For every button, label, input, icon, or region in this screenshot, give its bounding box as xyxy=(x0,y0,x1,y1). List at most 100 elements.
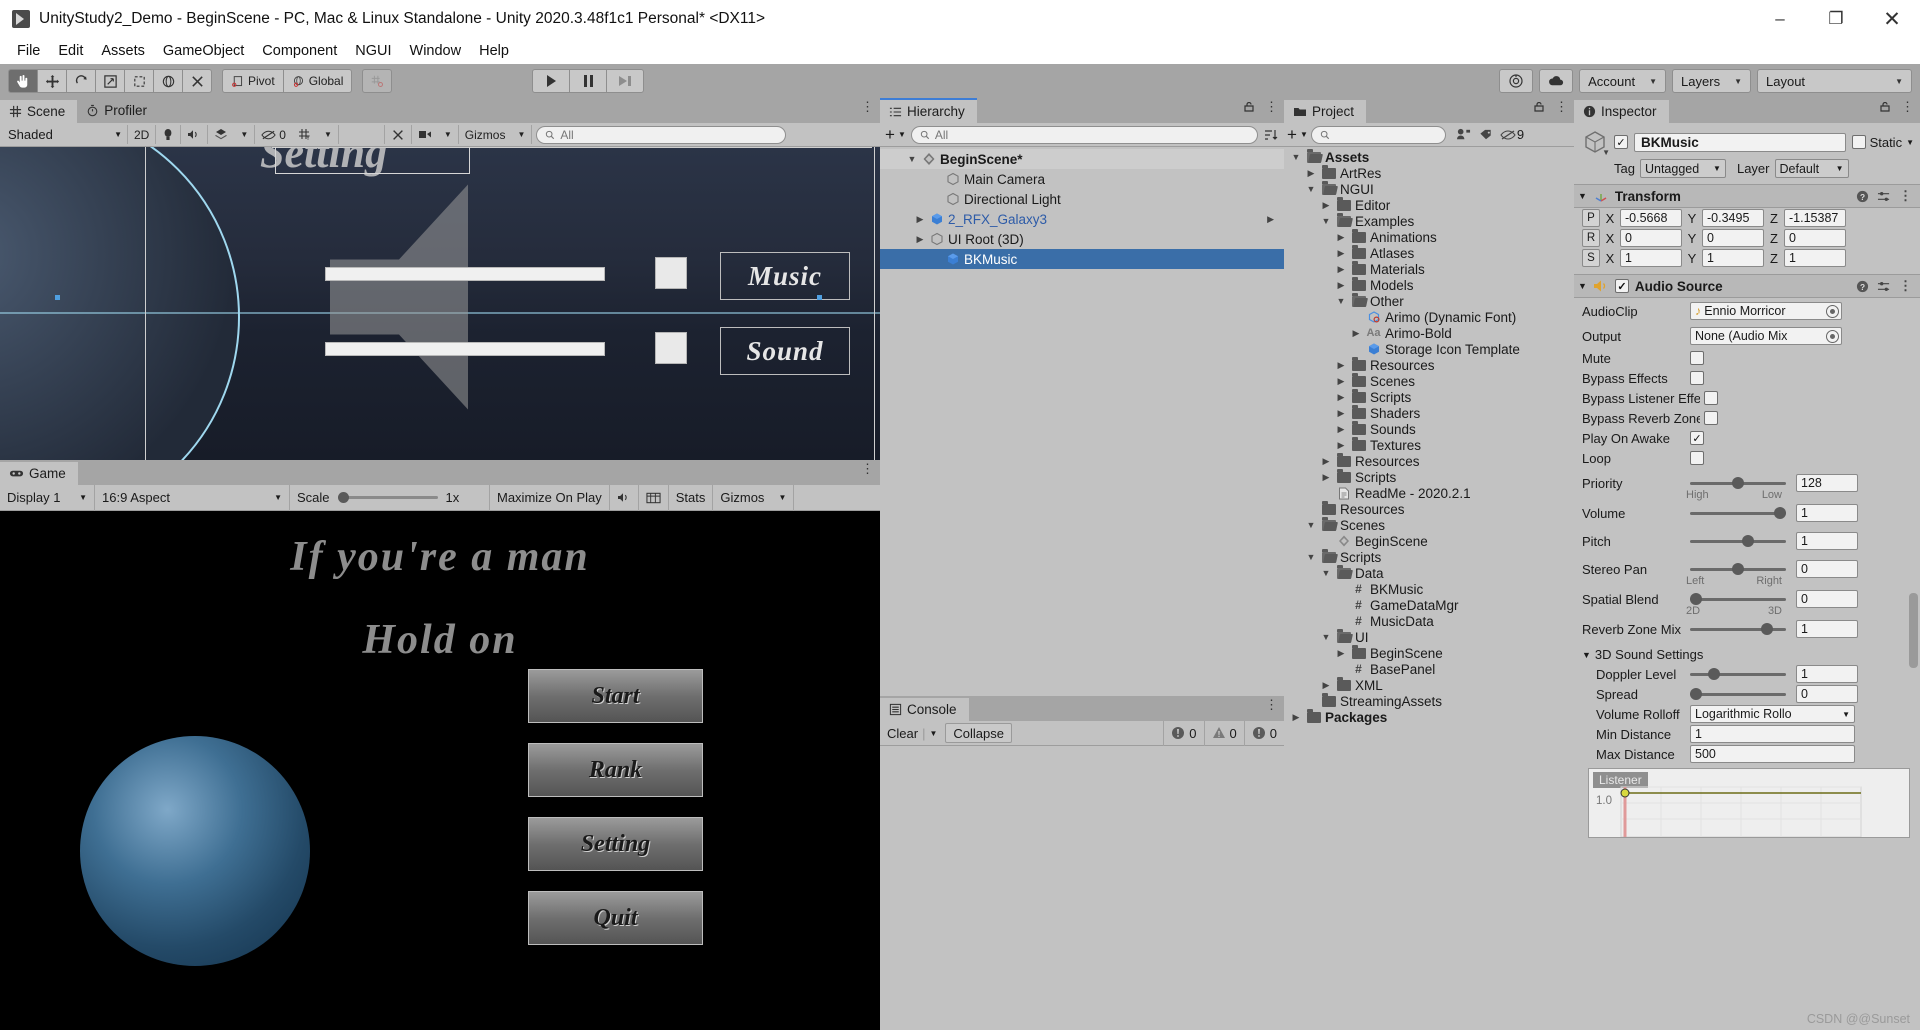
game-gizmos-dropdown-icon[interactable]: ▼ xyxy=(771,484,795,511)
hierarchy-add-button[interactable]: + ▼ xyxy=(885,125,906,145)
project-row[interactable]: ▶ Atlases xyxy=(1284,245,1574,261)
chevron-right-icon[interactable]: ▶ xyxy=(1320,456,1332,467)
project-menu-icon[interactable]: ⋮ xyxy=(1555,100,1568,113)
console-error-count-group[interactable]: 0 xyxy=(1163,720,1203,746)
scene-tools-icon[interactable] xyxy=(383,125,412,144)
output-object-field[interactable]: None (Audio Mix xyxy=(1690,327,1842,345)
display-dropdown[interactable]: Display 1 ▼ xyxy=(0,484,95,511)
prefab-open-icon[interactable]: ▶ xyxy=(1267,214,1274,225)
tab-inspector[interactable]: Inspector xyxy=(1574,98,1669,123)
stereo-pan-slider[interactable] xyxy=(1690,560,1786,578)
chevron-down-icon[interactable]: ▼ xyxy=(1320,568,1332,578)
rotation-y-input[interactable]: 0 xyxy=(1702,229,1764,247)
project-row[interactable]: Storage Icon Template xyxy=(1284,341,1574,357)
scale-key[interactable]: S xyxy=(1582,249,1600,267)
chevron-right-icon[interactable]: ▶ xyxy=(1350,328,1362,339)
console-warning-count-group[interactable]: 0 xyxy=(1203,720,1244,746)
chevron-right-icon[interactable]: ▶ xyxy=(1335,408,1347,419)
chevron-down-icon[interactable]: ▼ xyxy=(1578,281,1587,291)
audio-source-enabled-checkbox[interactable]: ✓ xyxy=(1614,279,1629,293)
scale-x-input[interactable]: 1 xyxy=(1620,249,1682,267)
object-picker-icon[interactable] xyxy=(1826,329,1839,343)
layer-dropdown[interactable]: Default ▼ xyxy=(1774,159,1849,178)
project-row[interactable]: ▶ Models xyxy=(1284,277,1574,293)
rotation-z-input[interactable]: 0 xyxy=(1784,229,1846,247)
project-row[interactable]: ▶ Resources xyxy=(1284,453,1574,469)
chevron-down-icon[interactable]: ▼ xyxy=(1335,296,1347,306)
hierarchy-row-beginscene[interactable]: ▼ BeginScene* xyxy=(880,149,1284,169)
stats-toggle[interactable]: Stats xyxy=(669,484,714,511)
chevron-right-icon[interactable]: ▶ xyxy=(1335,376,1347,387)
position-x-input[interactable]: -0.5668 xyxy=(1620,209,1682,227)
project-row[interactable]: ▼ Assets xyxy=(1284,149,1574,165)
grid-dropdown-icon[interactable]: ▼ xyxy=(317,125,339,144)
filter-by-type-icon[interactable] xyxy=(1455,127,1472,142)
maximize-on-play-toggle[interactable]: Maximize On Play xyxy=(490,484,610,511)
hierarchy-row-rfx-galaxy[interactable]: ▶ 2_RFX_Galaxy3 ▶ xyxy=(880,209,1284,229)
project-row[interactable]: # BKMusic xyxy=(1284,581,1574,597)
min-distance-input[interactable]: 1 xyxy=(1690,725,1855,743)
chevron-right-icon[interactable]: ▶ xyxy=(1335,360,1347,371)
project-row[interactable]: Arimo (Dynamic Font) xyxy=(1284,309,1574,325)
max-distance-input[interactable]: 500 xyxy=(1690,745,1855,763)
grid-snap-icon[interactable] xyxy=(362,69,393,93)
scale-tool-icon[interactable] xyxy=(95,69,125,93)
loop-checkbox[interactable] xyxy=(1690,451,1704,465)
play-button[interactable] xyxy=(532,69,571,93)
help-icon[interactable]: ? xyxy=(1856,190,1869,203)
menu-help[interactable]: Help xyxy=(470,41,518,61)
preset-icon[interactable] xyxy=(1877,190,1891,203)
chevron-right-icon[interactable]: ▶ xyxy=(1335,264,1347,275)
volume-value[interactable]: 1 xyxy=(1796,504,1858,522)
scale-slider-group[interactable]: Scale 1x xyxy=(290,484,490,511)
project-row[interactable]: ▼ Data xyxy=(1284,565,1574,581)
transform-component-header[interactable]: ▼ Transform ? ⋮ xyxy=(1574,184,1920,208)
pause-button[interactable] xyxy=(569,69,608,93)
chevron-down-icon[interactable]: ▼ xyxy=(1305,184,1317,194)
chevron-down-icon[interactable]: ▼ xyxy=(1305,552,1317,562)
priority-slider[interactable] xyxy=(1690,474,1786,492)
minimize-button[interactable]: – xyxy=(1752,0,1808,38)
object-active-checkbox[interactable]: ✓ xyxy=(1614,135,1628,149)
chevron-down-icon[interactable]: ▼ xyxy=(906,154,918,164)
project-row[interactable]: ▶ Animations xyxy=(1284,229,1574,245)
menu-edit[interactable]: Edit xyxy=(49,41,92,61)
hierarchy-menu-icon[interactable]: ⋮ xyxy=(1265,100,1278,113)
scene-camera-icon[interactable] xyxy=(411,125,438,144)
pivot-toggle[interactable]: Pivot xyxy=(222,69,284,93)
project-search-input[interactable] xyxy=(1310,125,1446,144)
account-dropdown[interactable]: Account ▼ xyxy=(1579,69,1667,93)
tab-console[interactable]: Console xyxy=(880,696,969,721)
stereo-pan-value[interactable]: 0 xyxy=(1796,560,1858,578)
aspect-dropdown[interactable]: 16:9 Aspect ▼ xyxy=(95,484,290,511)
project-row[interactable]: ▶ Resources xyxy=(1284,357,1574,373)
project-row[interactable]: Resources xyxy=(1284,501,1574,517)
game-gizmos-toggle[interactable]: Gizmos xyxy=(713,485,771,511)
scale-slider[interactable] xyxy=(337,489,438,507)
chevron-right-icon[interactable]: ▶ xyxy=(1305,168,1317,179)
audioclip-object-field[interactable]: ♪ Ennio Morricor xyxy=(1690,302,1842,320)
chevron-down-icon[interactable]: ▼ xyxy=(1578,191,1587,201)
move-tool-icon[interactable] xyxy=(37,69,67,93)
gizmos-dropdown-icon[interactable]: ▼ xyxy=(511,125,533,144)
bypass-reverb-checkbox[interactable] xyxy=(1704,411,1718,425)
chevron-right-icon[interactable]: ▶ xyxy=(1335,248,1347,259)
tab-profiler[interactable]: Profiler xyxy=(77,98,160,123)
chevron-down-icon[interactable]: ▼ xyxy=(1305,520,1317,530)
project-row[interactable]: StreamingAssets xyxy=(1284,693,1574,709)
spatial-blend-value[interactable]: 0 xyxy=(1796,590,1858,608)
chevron-down-icon[interactable]: ▼ xyxy=(1320,216,1332,226)
hierarchy-row-ui-root[interactable]: ▶ UI Root (3D) xyxy=(880,229,1284,249)
lighting-toggle-icon[interactable] xyxy=(156,125,182,144)
play-on-awake-checkbox[interactable]: ✓ xyxy=(1690,431,1704,445)
project-row[interactable]: ▶ Editor xyxy=(1284,197,1574,213)
game-button-start[interactable]: Start xyxy=(528,669,703,723)
menu-assets[interactable]: Assets xyxy=(92,41,154,61)
game-viewport[interactable]: If you're a man Hold on Setting X Music … xyxy=(0,511,880,1030)
rotation-x-input[interactable]: 0 xyxy=(1620,229,1682,247)
project-row[interactable]: # GameDataMgr xyxy=(1284,597,1574,613)
spread-value[interactable]: 0 xyxy=(1796,685,1858,703)
scale-z-input[interactable]: 1 xyxy=(1784,249,1846,267)
chevron-right-icon[interactable]: ▶ xyxy=(914,214,926,225)
tab-game[interactable]: Game xyxy=(0,460,78,485)
